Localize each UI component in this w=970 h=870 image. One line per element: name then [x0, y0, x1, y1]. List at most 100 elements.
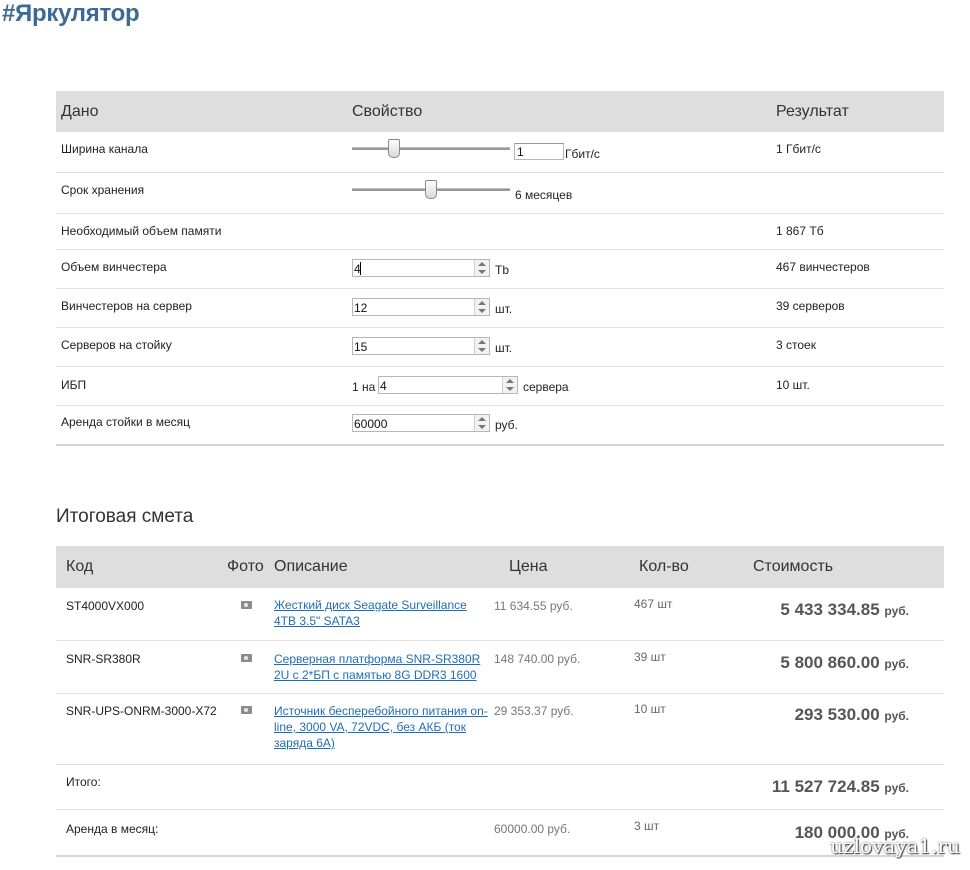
servers-per-rack-label: Серверов на стойку	[61, 338, 172, 352]
page-title: #Яркулятор	[2, 0, 140, 27]
item-description-link[interactable]: Источник бесперебойного питания on-line,…	[274, 703, 489, 751]
param-row-hdd-size: Объем винчестера 4 Tb 467 винчестеров	[56, 250, 944, 289]
hdd-size-unit: Tb	[495, 263, 510, 277]
header-photo: Фото	[227, 558, 264, 575]
hdd-per-server-label: Винчестеров на сервер	[61, 299, 192, 313]
item-price: 148 740.00 руб.	[494, 652, 581, 666]
item-cost-currency: руб.	[884, 709, 909, 723]
bandwidth-slider[interactable]	[352, 139, 510, 158]
item-cost-value: 5 433 334.85	[780, 600, 880, 619]
header-qty: Кол-во	[639, 558, 689, 575]
ups-stepper[interactable]: 4	[378, 376, 518, 394]
estimate-total-row: Итого: 11 527 724.85 руб.	[56, 765, 944, 810]
item-qty: 10 шт	[634, 702, 666, 716]
item-code: ST4000VX000	[66, 599, 145, 613]
item-cost-currency: руб.	[884, 657, 909, 671]
text-caret	[360, 262, 361, 275]
servers-per-rack-value: 15	[354, 340, 368, 354]
item-cost-currency: руб.	[884, 604, 909, 618]
hdd-size-result: 467 винчестеров	[776, 260, 870, 274]
stepper-arrows-icon[interactable]	[474, 299, 489, 315]
rent-price: 60000.00 руб.	[494, 822, 571, 836]
stepper-arrows-icon[interactable]	[474, 338, 489, 354]
header-code: Код	[66, 558, 94, 575]
param-row-hdd-per-server: Винчестеров на сервер 12 шт. 39 серверов	[56, 289, 944, 328]
stepper-arrows-icon[interactable]	[474, 415, 489, 431]
total-cost-value: 11 527 724.85	[771, 777, 880, 796]
camera-icon[interactable]	[241, 601, 252, 609]
bandwidth-value: 1	[517, 145, 524, 159]
rent-label: Аренда в месяц:	[66, 822, 159, 836]
stepper-arrows-icon[interactable]	[474, 260, 489, 276]
hdd-size-label: Объем винчестера	[61, 260, 167, 274]
item-cost: 5 433 334.85 руб.	[780, 600, 909, 620]
retention-label: Срок хранения	[61, 183, 145, 197]
ups-result: 10 шт.	[776, 378, 810, 392]
retention-value: 6 месяцев	[515, 188, 573, 202]
bandwidth-label: Ширина канала	[61, 142, 148, 156]
param-row-ups: ИБП 1 на 4 сервера 10 шт.	[56, 367, 944, 406]
ups-unit: сервера	[523, 380, 569, 394]
total-cost: 11 527 724.85 руб.	[772, 777, 909, 797]
bandwidth-unit: Гбит/с	[565, 147, 600, 161]
header-property: Свойство	[352, 103, 423, 120]
item-cost: 5 800 860.00 руб.	[780, 653, 909, 673]
params-table: Дано Свойство Результат Ширина канала 1 …	[56, 91, 944, 446]
retention-slider-handle[interactable]	[425, 180, 437, 199]
estimate-row: SNR-UPS-ONRM-3000-X72 Источник бесперебо…	[56, 694, 944, 765]
memory-label: Необходимый объем памяти	[61, 224, 222, 238]
item-price: 11 634.55 руб.	[494, 599, 573, 613]
item-cost-value: 293 530.00	[794, 705, 880, 724]
param-row-rack-rent: Аренда стойки в месяц 60000 руб.	[56, 406, 944, 444]
camera-icon[interactable]	[241, 654, 252, 662]
item-qty: 39 шт	[634, 650, 666, 664]
servers-per-rack-unit: шт.	[495, 341, 513, 355]
item-qty: 467 шт	[634, 597, 673, 611]
param-row-bandwidth: Ширина канала 1 Гбит/с 1 Гбит/с	[56, 132, 944, 173]
header-result: Результат	[776, 103, 849, 120]
param-row-memory: Необходимый объем памяти 1 867 Тб	[56, 214, 944, 250]
camera-icon[interactable]	[241, 706, 252, 714]
item-code: SNR-UPS-ONRM-3000-X72	[66, 704, 217, 718]
item-code: SNR-SR380R	[66, 652, 141, 666]
rack-rent-label: Аренда стойки в месяц	[61, 415, 191, 429]
ups-value: 4	[380, 379, 387, 393]
total-label: Итого:	[66, 775, 101, 789]
ups-label: ИБП	[61, 378, 87, 392]
ups-prefix: 1 на	[352, 380, 376, 394]
bandwidth-result: 1 Гбит/с	[776, 142, 821, 156]
estimate-row: ST4000VX000 Жесткий диск Seagate Surveil…	[56, 588, 944, 641]
estimate-table: Код Фото Описание Цена Кол-во Стоимость …	[56, 546, 944, 857]
rack-rent-unit: руб.	[495, 418, 518, 432]
header-price: Цена	[509, 558, 548, 575]
watermark: uzlovaya1.ru	[830, 834, 960, 858]
param-row-servers-per-rack: Серверов на стойку 15 шт. 3 стоек	[56, 328, 944, 367]
item-cost: 293 530.00 руб.	[795, 705, 909, 725]
retention-slider[interactable]	[352, 180, 510, 199]
memory-result: 1 867 Тб	[776, 224, 824, 238]
rack-rent-value: 60000	[354, 417, 388, 431]
estimate-row: SNR-SR380R Серверная платформа SNR-SR380…	[56, 641, 944, 694]
header-cost: Стоимость	[753, 558, 834, 575]
rent-qty: 3 шт	[634, 819, 660, 833]
hdd-per-server-unit: шт.	[495, 302, 513, 316]
item-description-link[interactable]: Серверная платформа SNR-SR380R 2U с 2*БП…	[274, 651, 489, 683]
param-row-retention: Срок хранения 6 месяцев	[56, 173, 944, 214]
total-cost-currency: руб.	[884, 781, 909, 795]
bandwidth-slider-handle[interactable]	[388, 139, 400, 158]
estimate-rent-row: Аренда в месяц: 60000.00 руб. 3 шт 180 0…	[56, 810, 944, 855]
bandwidth-input[interactable]: 1	[514, 143, 564, 160]
hdd-per-server-result: 39 серверов	[776, 299, 845, 313]
item-description-link[interactable]: Жесткий диск Seagate Surveillance 4TB 3.…	[274, 597, 489, 629]
hdd-per-server-stepper[interactable]: 12	[352, 298, 490, 316]
rack-rent-stepper[interactable]: 60000	[352, 414, 490, 432]
item-cost-value: 5 800 860.00	[780, 653, 880, 672]
servers-per-rack-stepper[interactable]: 15	[352, 337, 490, 355]
params-header: Дано Свойство Результат	[56, 91, 944, 132]
estimate-header: Код Фото Описание Цена Кол-во Стоимость	[56, 546, 944, 588]
servers-per-rack-result: 3 стоек	[776, 338, 816, 352]
stepper-arrows-icon[interactable]	[502, 377, 517, 393]
hdd-per-server-value: 12	[354, 301, 368, 315]
hdd-size-stepper[interactable]: 4	[352, 259, 490, 277]
item-price: 29 353.37 руб.	[494, 704, 574, 718]
